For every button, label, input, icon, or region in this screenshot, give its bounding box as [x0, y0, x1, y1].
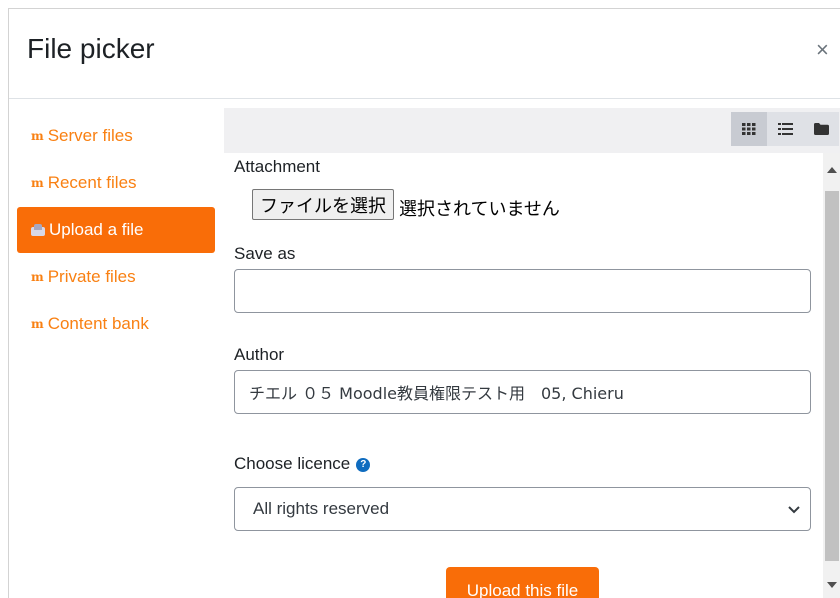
sidebar-item-content-bank[interactable]: m Content bank	[9, 301, 215, 347]
sidebar-item-label: Content bank	[47, 314, 149, 333]
moodle-icon: m	[31, 270, 44, 284]
grid-icon	[742, 123, 756, 135]
upload-icon	[31, 224, 45, 236]
licence-label-row: Choose licence?	[234, 454, 371, 474]
scroll-up-arrow-icon[interactable]	[827, 167, 837, 173]
upload-this-file-button[interactable]: Upload this file	[446, 567, 599, 598]
filepicker-toolbar	[224, 108, 840, 153]
repository-list: m Server files m Recent files Upload a f…	[9, 113, 215, 348]
list-icon	[777, 123, 793, 135]
scroll-down-arrow-icon[interactable]	[827, 582, 837, 588]
choose-file-button[interactable]: ファイルを選択	[252, 189, 394, 220]
file-picker-dialog: File picker × m Server files m Recent fi…	[8, 8, 840, 598]
licence-select[interactable]: All rights reserved	[234, 487, 811, 531]
moodle-icon: m	[31, 176, 44, 190]
folder-icon	[813, 123, 829, 135]
sidebar-item-server-files[interactable]: m Server files	[9, 113, 215, 159]
form-scrollbar[interactable]	[823, 153, 840, 598]
sidebar-item-private-files[interactable]: m Private files	[9, 254, 215, 300]
sidebar-item-label: Private files	[47, 267, 136, 286]
licence-label: Choose licence	[234, 454, 351, 473]
moodle-icon: m	[31, 129, 44, 143]
icons-view-button[interactable]	[731, 112, 767, 146]
tree-view-button[interactable]	[803, 112, 839, 146]
file-status-text: 選択されていません	[399, 199, 560, 220]
dialog-title: File picker	[27, 33, 155, 64]
moodle-icon: m	[31, 317, 44, 331]
scrollbar-thumb[interactable]	[825, 191, 839, 561]
attachment-label: Attachment	[234, 157, 320, 176]
sidebar-item-recent-files[interactable]: m Recent files	[9, 160, 215, 206]
help-icon[interactable]: ?	[356, 457, 371, 472]
sidebar-item-upload-a-file[interactable]: Upload a file	[17, 207, 215, 253]
dialog-header: File picker ×	[9, 9, 840, 99]
upload-form: Attachment ファイルを選択 選択されていません Save as Aut…	[224, 153, 824, 598]
save-as-label: Save as	[234, 244, 296, 263]
list-view-button[interactable]	[767, 112, 803, 146]
sidebar-item-label: Upload a file	[49, 220, 144, 239]
author-input[interactable]: チエル ０５ Moodle教員権限テスト用 05, Chieru	[234, 370, 811, 414]
sidebar-item-label: Server files	[47, 126, 133, 145]
close-icon[interactable]: ×	[816, 39, 829, 61]
sidebar-item-label: Recent files	[47, 173, 137, 192]
view-switcher	[731, 112, 839, 146]
chevron-down-icon	[788, 506, 800, 514]
licence-selected-value: All rights reserved	[253, 499, 390, 518]
save-as-input[interactable]	[234, 269, 811, 313]
author-label: Author	[234, 345, 285, 364]
